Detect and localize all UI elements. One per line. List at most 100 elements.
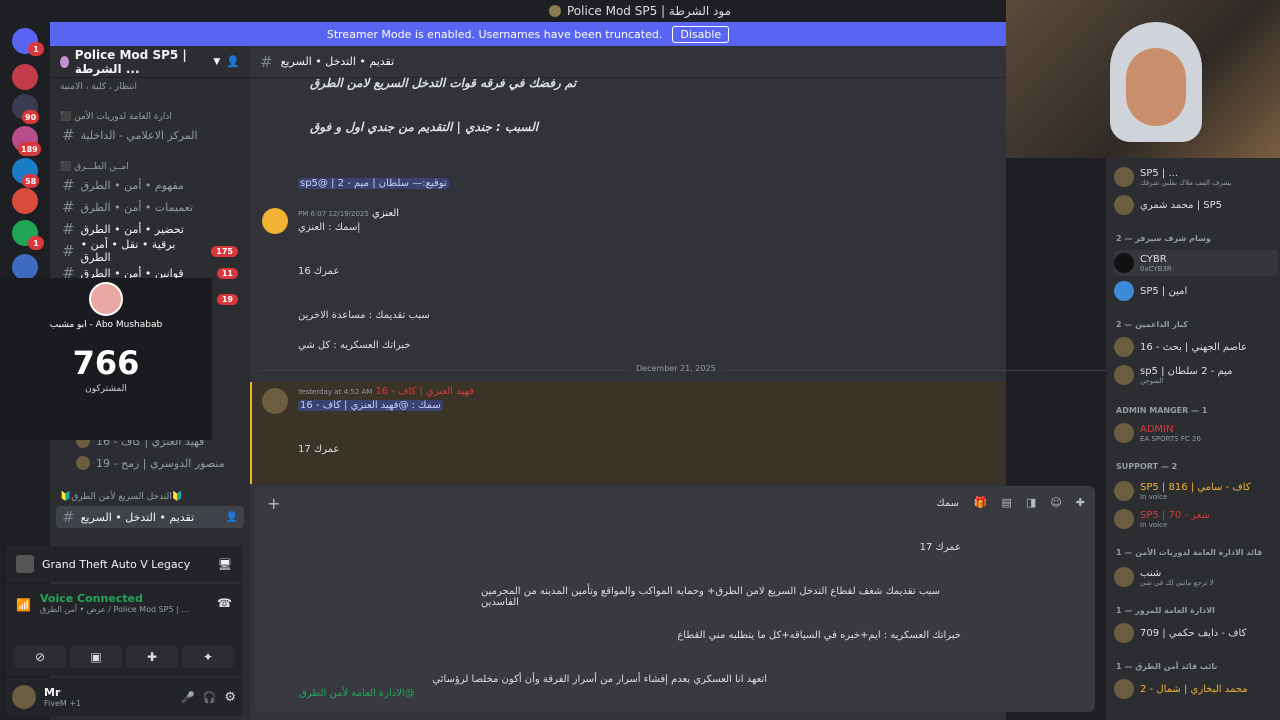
soundboard-button[interactable]: ✦ <box>182 646 234 668</box>
server-badge: 58 <box>22 174 40 188</box>
channel-label: تقديم • التدخل • السريع <box>80 510 195 524</box>
voice-channel[interactable]: عرض • أمن الطرق / Police Mod SP5 | ... <box>40 605 189 614</box>
message-text: السبب : جندي | التقديم من جندي اول و فوق <box>310 120 539 134</box>
camera-off-icon: ⊘ <box>34 650 46 664</box>
hash-icon: # <box>260 52 273 71</box>
sticker-icon[interactable]: ◨ <box>1026 496 1036 509</box>
server-badge: 189 <box>18 142 41 156</box>
disconnect-icon[interactable]: ☎ <box>217 596 232 610</box>
member-item[interactable]: sp5 | ميم - 2 سلطان السوجن <box>1114 362 1278 388</box>
emoji-icon[interactable]: ☺ <box>1050 496 1061 509</box>
user-info[interactable]: Mr FiveM +1 <box>44 686 81 708</box>
member-group-title: الادارة العامة للمرور — 1 <box>1116 606 1215 615</box>
message-text: خبراتك العسكريه : كل شي <box>298 340 411 351</box>
mic-icon[interactable]: 🎤 <box>181 691 195 704</box>
member-group-title: كبار الداعمين — 2 <box>1116 320 1188 329</box>
message-author[interactable]: العنزي 12/19/2025 6:07 PM <box>298 208 399 219</box>
message-text: تم رفضك في فرقه قوات التدخل السريع لامن … <box>310 76 577 90</box>
member-name: 709 | كاف - دايف حكمي <box>1140 627 1247 639</box>
member-item[interactable]: CYBR 0xCYB3R <box>1114 250 1278 276</box>
channel-label: مفهوم • أمن • الطرق <box>80 178 184 192</box>
avatar[interactable] <box>262 208 288 234</box>
member-item[interactable]: 709 | كاف - دايف حكمي <box>1114 620 1278 646</box>
member-group-title: نائب قائد أمن الطرق — 1 <box>1116 662 1218 671</box>
voice-status[interactable]: Voice Connected <box>40 592 143 605</box>
user-status: FiveM +1 <box>44 699 82 708</box>
add-member-icon[interactable]: 👤 <box>226 512 238 523</box>
message-text: عمرك 17 <box>298 444 340 455</box>
activities-icon: ✚ <box>146 650 158 664</box>
server-badge: 90 <box>22 110 40 124</box>
member-status: EA SPORTS FC 26 <box>1140 434 1201 443</box>
composer-toolbar: 🎁 ▤ ◨ ☺ ✚ <box>974 496 1085 509</box>
activities-button[interactable]: ✚ <box>126 646 178 668</box>
game-activity[interactable]: Grand Theft Auto V Legacy 🖥 <box>6 546 242 582</box>
author-name[interactable]: العنزي <box>372 208 399 219</box>
member-name: شنب <box>1140 567 1162 579</box>
gear-icon[interactable]: ⚙ <box>224 690 236 705</box>
member-item[interactable]: ADMIN EA SPORTS FC 26 <box>1114 420 1278 446</box>
gift-icon[interactable]: 🎁 <box>974 496 988 509</box>
server-icon[interactable] <box>12 64 38 90</box>
member-item[interactable]: SP5 | 816 | كاف - سامي In voice <box>1114 478 1278 504</box>
streamer-mode-banner: Streamer Mode is enabled. Usernames have… <box>50 22 1006 46</box>
unread-badge: 175 <box>211 245 238 257</box>
hash-icon: # <box>62 176 75 194</box>
voice-panel: 📶 Voice Connected عرض • أمن الطرق / Poli… <box>6 584 242 676</box>
channel-item[interactable]: # تحضير • أمن • الطرق <box>56 218 244 240</box>
mention[interactable]: توقيع:— سلطان | ميم - 2 | @sp5 <box>298 178 449 189</box>
member-item[interactable]: محمد شمري | SP5 <box>1114 192 1278 218</box>
member-item[interactable]: محمد البخاري | شمال - 2 <box>1114 676 1278 702</box>
member-group-title: ADMIN MANGER — 1 <box>1116 406 1208 415</box>
screen-share-button[interactable]: ▣ <box>70 646 122 668</box>
avatar <box>1114 623 1134 643</box>
member-item[interactable]: SP5 | 70 - شعر In voice <box>1114 506 1278 532</box>
avatar <box>1114 337 1134 357</box>
channel-item[interactable]: # تعميمات • أمن • الطرق <box>56 196 244 218</box>
plus-icon[interactable]: + <box>267 494 280 513</box>
camera-button[interactable]: ⊘ <box>14 646 66 668</box>
message-author[interactable]: فهيد العنزي | كاف - 16 Yesterday at 4:52… <box>298 386 474 397</box>
avatar[interactable] <box>12 685 36 709</box>
member-status: يشرف الفف ملاك بقلبي شرفك <box>1140 178 1232 187</box>
role-mention[interactable]: @الادارة العامة لأمن الطرق <box>299 688 415 699</box>
avatar <box>76 456 90 470</box>
category-label[interactable]: انتظار ، كلية ، الامنية <box>60 82 137 92</box>
author-name[interactable]: فهيد العنزي | كاف - 16 <box>375 386 473 397</box>
member-name: SP5 | ... <box>1140 167 1179 179</box>
member-item[interactable]: عاصم الجهني | بحث - 16 <box>1114 334 1278 360</box>
message-composer[interactable]: + 🎁 ▤ ◨ ☺ ✚ سمك عمرك 17 سبب تقديمك شغف ل… <box>255 486 1095 712</box>
category-label[interactable]: 🔰التدخل السريع لأمن الطرق🔰 <box>60 492 183 502</box>
channel-item[interactable]: # مفهوم • أمن • الطرق <box>56 174 244 196</box>
server-icon[interactable] <box>12 188 38 214</box>
member-group-title: وسام شرف سيرفر — 2 <box>1116 234 1211 243</box>
server-icon[interactable] <box>12 254 38 280</box>
add-member-icon[interactable]: 👤 <box>226 55 240 68</box>
member-name: محمد البخاري | شمال - 2 <box>1140 683 1248 695</box>
disable-button[interactable]: Disable <box>672 25 730 43</box>
game-title: Grand Theft Auto V Legacy <box>42 557 191 571</box>
member-status: 0xCYB3R <box>1140 264 1172 273</box>
gif-icon[interactable]: ▤ <box>1002 496 1012 509</box>
channel-item[interactable]: # برقية • نقل • أمن • الطرق 175 <box>56 238 244 264</box>
screen-share-icon[interactable]: 🖥 <box>218 558 232 571</box>
server-header[interactable]: Police Mod SP5 | الشرطة ... ▼ 👤 <box>50 46 250 78</box>
member-item[interactable]: شنب لا ترجع ماتبي لك في شي <box>1114 564 1278 590</box>
channel-item[interactable]: # المركز الاعلامي - الداخلية <box>56 124 244 146</box>
mention[interactable]: سمك : @فهيد العنزي | كاف - 16 <box>298 400 443 411</box>
category-label[interactable]: ⬛ ادارة العامة لدوريات الأمن <box>60 112 172 122</box>
headset-icon[interactable]: 🎧 <box>203 691 217 704</box>
composer-line: اتعهد انا العسكري بعدم إفشاء أسرار من أس… <box>432 674 767 685</box>
voice-member[interactable]: منصور الدوسري | زمح - 19 <box>70 452 244 474</box>
channel-item-active[interactable]: # تقديم • التدخل • السريع 👤 <box>56 506 244 528</box>
avatar[interactable] <box>262 388 288 414</box>
category-label[interactable]: ⬛ امــن الطـــرق <box>60 162 129 172</box>
apps-icon[interactable]: ✚ <box>1076 496 1085 509</box>
member-name: SP5 | امين <box>1140 285 1188 297</box>
member-item[interactable]: SP5 | امين <box>1114 278 1278 304</box>
voice-member-label: منصور الدوسري | زمح - 19 <box>96 456 225 470</box>
avatar <box>1114 679 1134 699</box>
server-icon <box>549 5 561 17</box>
message-text: إسمك : العنزي <box>298 222 361 233</box>
member-item[interactable]: SP5 | ... يشرف الفف ملاك بقلبي شرفك <box>1114 164 1278 190</box>
